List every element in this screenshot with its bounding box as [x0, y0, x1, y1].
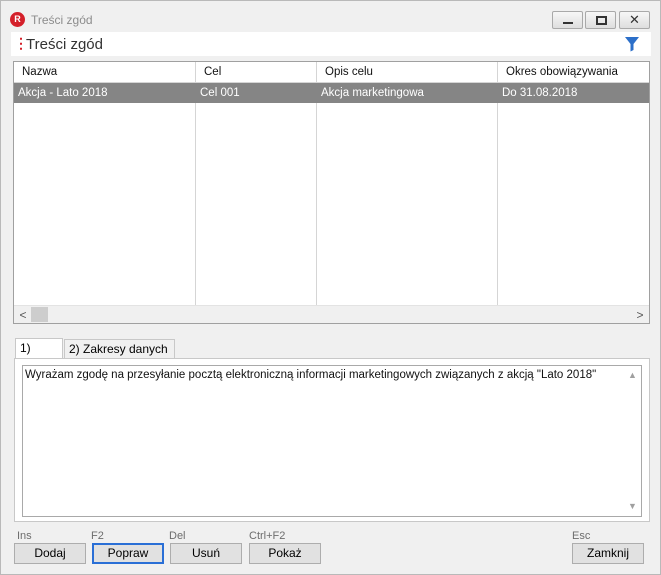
minimize-button[interactable]	[552, 11, 583, 29]
consent-text-field[interactable]: Wyrażam zgodę na przesyłanie pocztą elek…	[22, 365, 642, 517]
column-header-validity-period[interactable]: Okres obowiązywania	[498, 62, 649, 83]
close-window-button[interactable]: ✕	[619, 11, 650, 29]
page-title: Treści zgód	[26, 36, 103, 53]
scroll-down-icon[interactable]: ▼	[624, 499, 641, 514]
close-button[interactable]: Zamknij	[572, 543, 644, 564]
shortcut-hint-show: Ctrl+F2	[249, 530, 286, 542]
cell-name: Akcja - Lato 2018	[18, 87, 108, 99]
column-header-purpose[interactable]: Cel	[196, 62, 317, 83]
minimize-icon	[563, 22, 573, 24]
shortcut-hint-delete: Del	[169, 530, 186, 542]
consent-texts-window: R Treści zgód ✕ ⋮ Treści zgód Nazwa Cel …	[0, 0, 661, 575]
scroll-up-icon[interactable]: ▲	[624, 368, 641, 383]
add-button[interactable]: Dodaj	[14, 543, 86, 564]
horizontal-scrollbar[interactable]: < >	[14, 305, 649, 323]
cell-purpose: Cel 001	[200, 87, 240, 99]
shortcut-hint-edit: F2	[91, 530, 104, 542]
column-header-name[interactable]: Nazwa	[14, 62, 196, 83]
scroll-left-icon[interactable]: <	[16, 307, 30, 323]
title-bar[interactable]: R Treści zgód ✕	[1, 1, 660, 32]
edit-button[interactable]: Popraw	[92, 543, 164, 564]
app-logo-icon: R	[10, 12, 25, 27]
maximize-button[interactable]	[585, 11, 616, 29]
maximize-icon	[596, 16, 607, 25]
cell-purpose-description: Akcja marketingowa	[321, 87, 424, 99]
tab-data-scopes[interactable]: 2) Zakresy danych	[64, 339, 175, 358]
consent-text: Wyrażam zgodę na przesyłanie pocztą elek…	[25, 369, 597, 381]
column-header-purpose-description[interactable]: Opis celu	[317, 62, 498, 83]
close-icon: ✕	[629, 12, 640, 27]
scrollbar-thumb[interactable]	[31, 307, 48, 322]
scroll-right-icon[interactable]: >	[633, 307, 647, 323]
consent-list-table: Nazwa Cel Opis celu Okres obowiązywania …	[13, 61, 650, 324]
window-title: Treści zgód	[31, 13, 93, 27]
page-header: ⋮ Treści zgód	[11, 32, 651, 56]
tab-content[interactable]: 1) Treść	[15, 338, 63, 374]
vertical-scrollbar[interactable]: ▲ ▼	[624, 366, 641, 516]
delete-button[interactable]: Usuń	[170, 543, 242, 564]
tab-panel: Wyrażam zgodę na przesyłanie pocztą elek…	[14, 358, 650, 522]
table-header: Nazwa Cel Opis celu Okres obowiązywania	[14, 62, 649, 83]
show-button[interactable]: Pokaż	[249, 543, 321, 564]
shortcut-hint-close: Esc	[572, 530, 591, 542]
shortcut-hint-add: Ins	[17, 530, 32, 542]
table-row[interactable]: Akcja - Lato 2018 Cel 001 Akcja marketin…	[14, 83, 649, 103]
cell-validity-period: Do 31.08.2018	[502, 87, 578, 99]
funnel-icon[interactable]	[623, 35, 641, 53]
